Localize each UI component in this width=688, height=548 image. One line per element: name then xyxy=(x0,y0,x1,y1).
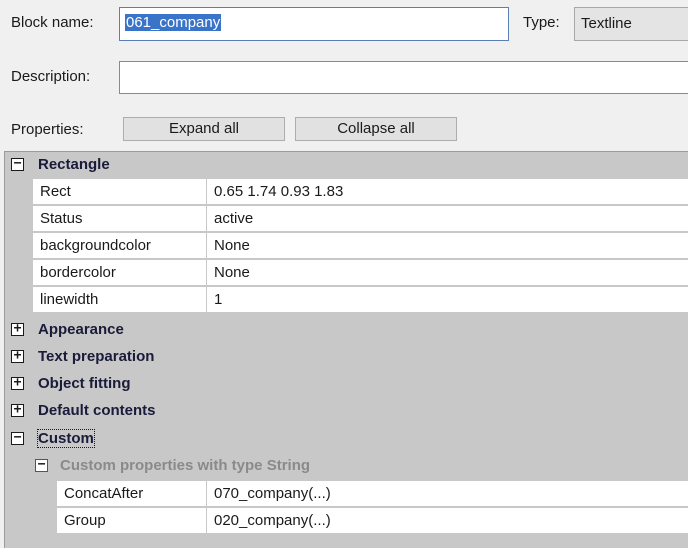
property-row[interactable]: backgroundcolor None xyxy=(5,233,688,260)
category-label: Appearance xyxy=(38,321,124,338)
expand-icon[interactable]: + xyxy=(11,349,24,363)
category-object-fitting[interactable]: + Object fitting xyxy=(5,371,688,398)
block-name-label: Block name: xyxy=(11,14,94,31)
property-row[interactable]: Group 020_company(...) xyxy=(5,508,688,535)
property-value[interactable]: 1 xyxy=(206,287,688,313)
category-label: Default contents xyxy=(38,402,156,419)
property-row[interactable]: Status active xyxy=(5,206,688,233)
property-name: linewidth xyxy=(33,287,206,313)
category-label: Text preparation xyxy=(38,348,155,365)
block-properties-dialog: Block name: 061_company Type: Textline D… xyxy=(0,0,688,548)
collapse-icon[interactable]: − xyxy=(35,458,48,472)
property-row[interactable]: Rect 0.65 1.74 0.93 1.83 xyxy=(5,179,688,206)
property-name: Rect xyxy=(33,179,206,205)
category-text-preparation[interactable]: + Text preparation xyxy=(5,344,688,371)
subcategory-label: Custom properties with type String xyxy=(60,457,311,474)
category-rectangle[interactable]: − Rectangle xyxy=(5,152,688,179)
property-name: backgroundcolor xyxy=(33,233,206,259)
type-field[interactable]: Textline xyxy=(574,7,688,41)
property-row[interactable]: linewidth 1 xyxy=(5,287,688,314)
description-input[interactable] xyxy=(119,61,688,94)
category-appearance[interactable]: + Appearance xyxy=(5,317,688,344)
property-row[interactable]: ConcatAfter 070_company(...) xyxy=(5,481,688,508)
collapse-all-button[interactable]: Collapse all xyxy=(295,117,457,141)
collapse-icon[interactable]: − xyxy=(11,431,24,445)
expand-all-button[interactable]: Expand all xyxy=(123,117,285,141)
property-grid: − Rectangle Rect 0.65 1.74 0.93 1.83 Sta… xyxy=(4,151,688,548)
property-name: Status xyxy=(33,206,206,232)
description-label: Description: xyxy=(11,68,91,85)
property-name: bordercolor xyxy=(33,260,206,286)
expand-icon[interactable]: + xyxy=(11,403,24,417)
category-custom[interactable]: − Custom xyxy=(5,426,688,453)
expand-icon[interactable]: + xyxy=(11,376,24,390)
property-row[interactable]: bordercolor None xyxy=(5,260,688,287)
category-label: Rectangle xyxy=(38,156,110,173)
property-name: ConcatAfter xyxy=(57,481,206,507)
category-label: Custom xyxy=(37,429,95,448)
category-label: Object fitting xyxy=(38,375,131,392)
block-name-value: 061_company xyxy=(125,14,222,31)
collapse-icon[interactable]: − xyxy=(11,157,24,171)
properties-label: Properties: xyxy=(11,121,84,138)
subcategory-custom-string[interactable]: − Custom properties with type String xyxy=(5,453,688,480)
property-name: Group xyxy=(57,508,206,534)
property-value[interactable]: 020_company(...) xyxy=(206,508,688,534)
property-value[interactable]: active xyxy=(206,206,688,232)
type-label: Type: xyxy=(523,14,560,31)
expand-icon[interactable]: + xyxy=(11,322,24,336)
category-default-contents[interactable]: + Default contents xyxy=(5,398,688,425)
property-value[interactable]: None xyxy=(206,260,688,286)
property-value[interactable]: 0.65 1.74 0.93 1.83 xyxy=(206,179,688,205)
property-value[interactable]: 070_company(...) xyxy=(206,481,688,507)
block-name-input[interactable]: 061_company xyxy=(119,7,509,41)
property-value[interactable]: None xyxy=(206,233,688,259)
